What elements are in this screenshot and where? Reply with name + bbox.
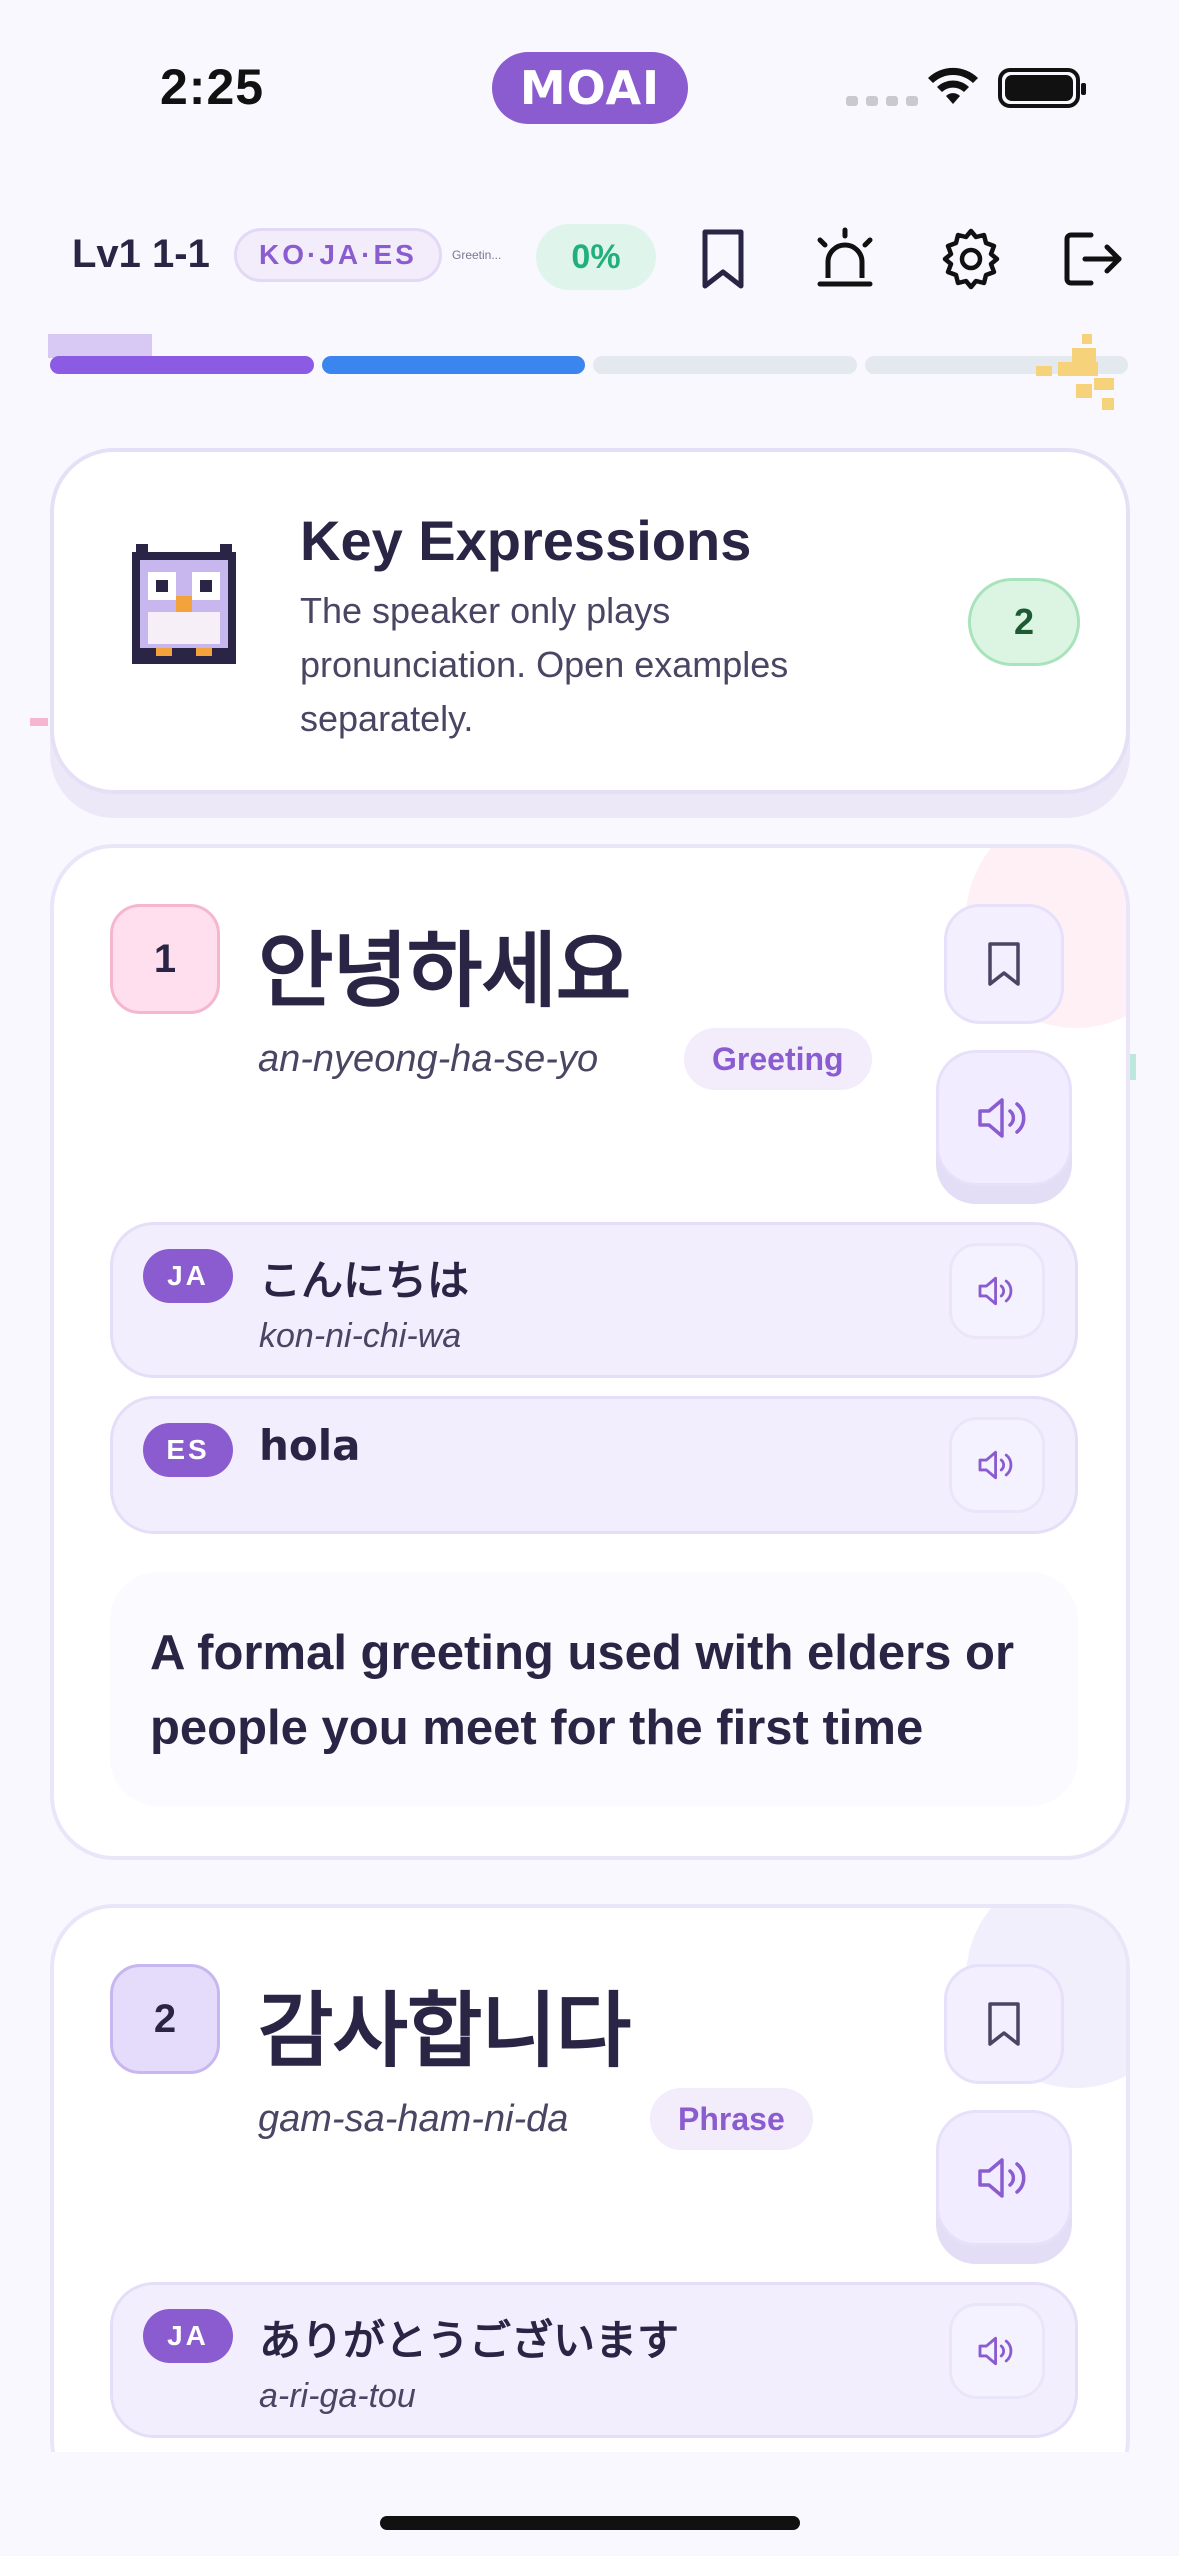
status-time: 2:25	[160, 59, 265, 115]
language-chip: JA	[143, 1249, 233, 1303]
usage-note: A formal greeting used with elders or pe…	[110, 1572, 1078, 1806]
bookmark-icon	[988, 942, 1020, 986]
category-tag: Greeting	[684, 1028, 872, 1090]
korean-romanization: an-nyeong-ha-se-yo	[258, 1038, 599, 1080]
language-chip: JA	[143, 2309, 233, 2363]
progress-decoration	[48, 334, 152, 358]
progress-segment	[321, 356, 585, 374]
speaker-icon	[978, 1098, 1026, 1138]
cellular-signal-icon	[846, 96, 918, 106]
expression-card: 1 안녕하세요 an-nyeong-ha-se-yo Greeting JA こ…	[50, 844, 1130, 1860]
translation-romanization: kon-ni-chi-wa	[259, 1317, 462, 1355]
status-bar: 2:25 MOAI	[0, 0, 1179, 180]
bookmark-button[interactable]	[944, 1964, 1064, 2084]
bookmark-icon[interactable]	[688, 224, 758, 294]
translation-text: こんにちは	[259, 1256, 470, 1305]
progress-segment	[593, 356, 857, 374]
play-pronunciation-button[interactable]	[936, 1050, 1072, 1186]
decoration	[30, 718, 48, 726]
play-translation-button[interactable]	[949, 1243, 1045, 1339]
expression-number-badge: 1	[110, 904, 220, 1014]
language-pair-pill[interactable]: KO·JA·ES	[234, 228, 442, 282]
page-title: Key Expressions	[300, 509, 752, 572]
wifi-icon	[928, 67, 978, 104]
topic-label: Greetin...	[452, 248, 502, 262]
play-translation-button[interactable]	[949, 1417, 1045, 1513]
language-chip: ES	[143, 1423, 233, 1477]
page-subtitle: The speaker only plays pronunciation. Op…	[300, 590, 789, 739]
level-label: Lv1 1-1	[72, 232, 210, 276]
translation-row-ja: JA ありがとうございます a-ri-ga-tou	[110, 2282, 1078, 2438]
home-indicator[interactable]	[380, 2516, 800, 2530]
dynamic-island-pill: MOAI	[492, 52, 688, 124]
speaker-icon	[978, 1276, 1013, 1306]
expression-count-badge: 2	[968, 578, 1080, 666]
key-expressions-header-card: Key Expressions The speaker only plays p…	[50, 448, 1130, 794]
korean-expression: 안녕하세요	[258, 924, 631, 1019]
lesson-toolbar: Lv1 1-1 KO·JA·ES Greetin... 0%	[0, 210, 1179, 302]
expression-card: 2 감사합니다 gam-sa-ham-ni-da Phrase JA ありがとう…	[50, 1904, 1130, 2504]
korean-expression: 감사합니다	[258, 1984, 631, 2079]
bookmark-button[interactable]	[944, 904, 1064, 1024]
owl-mascot-icon	[132, 544, 236, 664]
logout-icon[interactable]	[1058, 224, 1128, 294]
battery-icon	[998, 68, 1086, 108]
play-pronunciation-button[interactable]	[936, 2110, 1072, 2246]
translation-text: hola	[259, 1421, 361, 1470]
speaker-icon	[978, 2158, 1026, 2198]
expression-number-badge: 2	[110, 1964, 220, 2074]
korean-romanization: gam-sa-ham-ni-da	[258, 2098, 569, 2140]
bookmark-icon	[988, 2002, 1020, 2046]
translation-text: ありがとうございます	[259, 2316, 680, 2365]
translation-row-es: ES hola	[110, 1396, 1078, 1534]
translation-row-ja: JA こんにちは kon-ni-chi-wa	[110, 1222, 1078, 1378]
progress-percent-badge: 0%	[536, 224, 656, 290]
speaker-icon	[978, 1450, 1013, 1480]
category-tag: Phrase	[650, 2088, 813, 2150]
speaker-icon	[978, 2336, 1013, 2366]
progress-segment	[50, 356, 314, 374]
gear-icon[interactable]	[936, 224, 1006, 294]
translation-romanization: a-ri-ga-tou	[259, 2377, 416, 2415]
sparkle-icon	[1036, 334, 1114, 410]
siren-icon[interactable]	[810, 224, 880, 294]
bottom-safe-area	[0, 2452, 1179, 2556]
play-translation-button[interactable]	[949, 2303, 1045, 2399]
lesson-progress-bar	[50, 356, 1128, 376]
